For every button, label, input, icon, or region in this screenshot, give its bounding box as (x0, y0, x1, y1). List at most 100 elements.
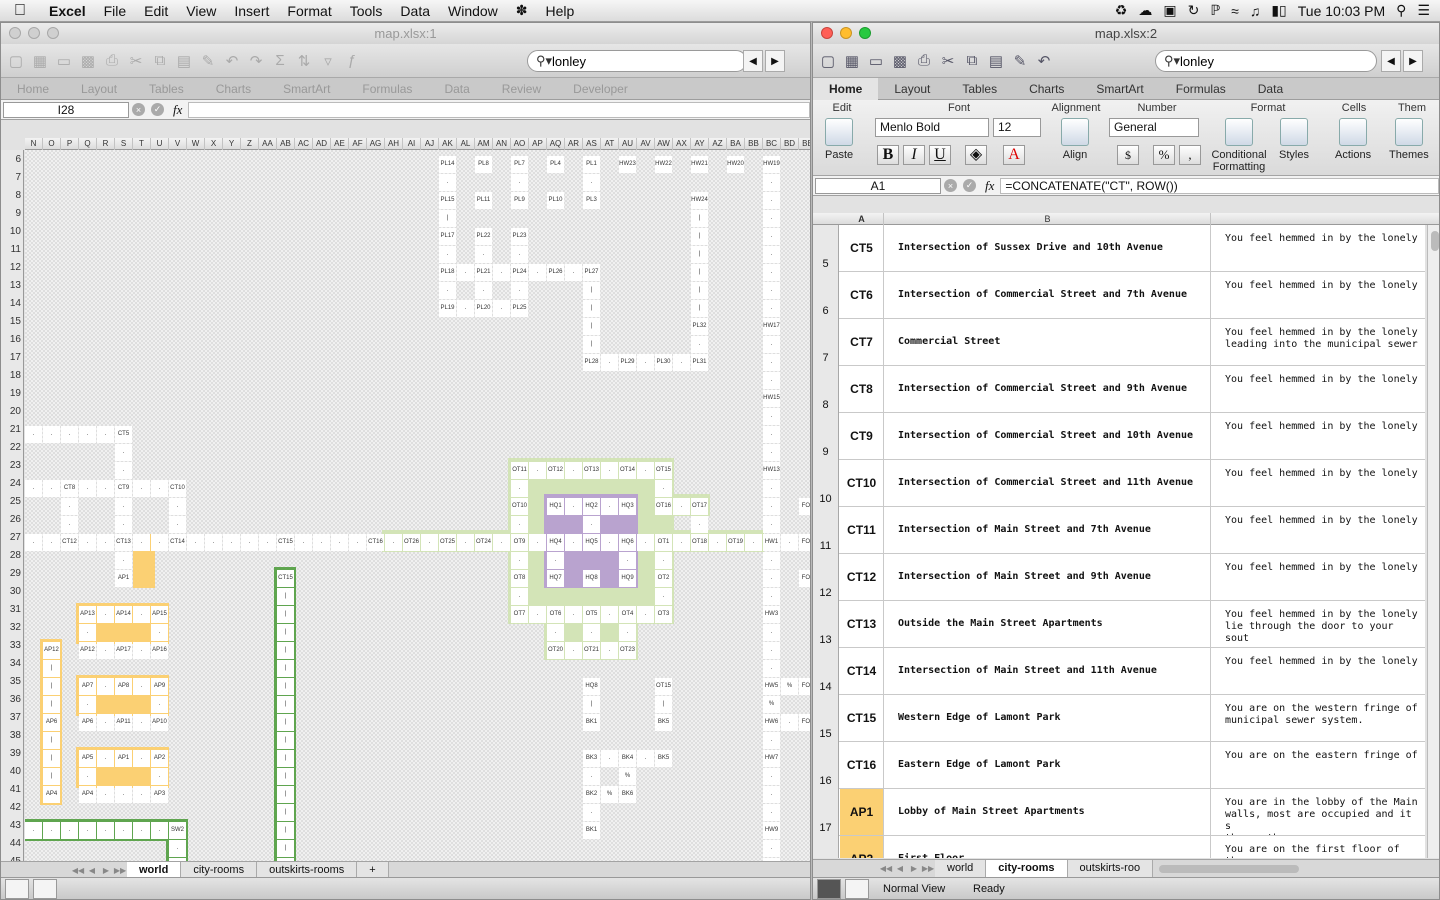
vertical-scrollbar[interactable] (1427, 225, 1439, 858)
map-cell[interactable]: . (457, 264, 474, 281)
row-header[interactable]: 16 (1, 330, 24, 348)
map-cell[interactable]: | (691, 300, 708, 317)
map-cell[interactable]: . (691, 336, 708, 353)
zoom-button[interactable] (859, 27, 871, 39)
list-icon[interactable]: ☰ (1417, 2, 1430, 19)
column-header[interactable]: AS (583, 138, 601, 150)
map-cell[interactable]: . (133, 480, 150, 497)
map-cell[interactable]: . (223, 534, 240, 551)
map-cell[interactable]: . (493, 264, 510, 281)
room-name-cell[interactable]: Intersection of Main Street and 9th Aven… (885, 554, 1211, 600)
search-input[interactable] (552, 53, 703, 69)
row-header[interactable]: 37 (1, 708, 24, 726)
map-cell[interactable]: OT10 (511, 498, 528, 515)
map-cell[interactable]: . (79, 822, 96, 839)
map-cell[interactable]: OT2 (655, 570, 672, 587)
map-cell[interactable]: PL14 (439, 156, 456, 173)
map-cell[interactable]: . (673, 498, 690, 515)
map-cell[interactable]: OT15 (655, 678, 672, 695)
cancel-icon[interactable]: × (132, 103, 145, 116)
save-icon[interactable]: ▩ (889, 50, 911, 72)
column-header[interactable]: AO (511, 138, 529, 150)
map-cell[interactable]: . (637, 534, 654, 551)
map-cell[interactable]: OT17 (691, 498, 708, 515)
open-icon[interactable]: ▭ (865, 50, 887, 72)
next-sheet-icon[interactable]: ▶ (99, 866, 113, 875)
map-cell[interactable]: . (97, 786, 114, 803)
map-cell[interactable]: . (97, 426, 114, 443)
currency-icon[interactable]: $ (1117, 145, 1139, 165)
column-header[interactable]: AR (565, 138, 583, 150)
map-cell[interactable]: HQ2 (583, 498, 600, 515)
fx-icon[interactable]: fx (985, 178, 994, 194)
map-cell[interactable]: CT12 (61, 534, 78, 551)
map-cell[interactable]: . (43, 480, 60, 497)
map-cell[interactable]: | (583, 336, 600, 353)
map-cell[interactable]: . (763, 804, 780, 821)
tab-home[interactable]: Home (813, 77, 879, 100)
table-row[interactable]: 17 AP1 Lobby of Main Street Apartments You … (813, 789, 1425, 836)
table-row[interactable]: 11 CT11 Intersection of Main Street and 7t… (813, 507, 1425, 554)
map-cell[interactable]: PL22 (475, 228, 492, 245)
map-cell[interactable]: . (151, 624, 168, 641)
map-cell[interactable]: CT14 (169, 534, 186, 551)
map-cell[interactable]: OT16 (655, 498, 672, 515)
room-id-cell[interactable]: CT10 (840, 460, 884, 506)
map-cell[interactable]: | (277, 606, 294, 623)
font-name-select[interactable]: Menlo Bold (875, 118, 989, 137)
map-cell[interactable]: . (25, 822, 42, 839)
map-cell[interactable]: . (565, 642, 582, 659)
room-name-cell[interactable]: Western Edge of Lamont Park (885, 695, 1211, 741)
column-header[interactable]: AQ (547, 138, 565, 150)
map-cell[interactable]: AP12 (43, 642, 60, 659)
map-cell[interactable]: . (79, 696, 96, 713)
map-cell[interactable]: HW15 (763, 390, 780, 407)
column-header[interactable]: AW (655, 138, 673, 150)
map-cell[interactable]: AP7 (79, 678, 96, 695)
map-cell[interactable]: . (529, 264, 546, 281)
map-cell[interactable]: % (619, 768, 636, 785)
row-header[interactable]: 43 (1, 816, 24, 834)
tab-data[interactable]: Data (428, 78, 485, 100)
column-header[interactable]: AY (691, 138, 709, 150)
map-cell[interactable]: . (439, 174, 456, 191)
map-cell[interactable]: . (655, 480, 672, 497)
paste-button[interactable]: Paste (825, 118, 853, 161)
map-cell[interactable]: HW7 (763, 750, 780, 767)
room-description-cell[interactable]: You feel hemmed in by the lonely (1212, 460, 1422, 506)
map-cell[interactable]: . (79, 426, 96, 443)
column-header[interactable]: AL (457, 138, 475, 150)
map-cell[interactable]: AP17 (115, 642, 132, 659)
map-cell[interactable]: PL32 (691, 318, 708, 335)
row-header[interactable]: 26 (1, 510, 24, 528)
room-id-cell[interactable]: CT12 (840, 554, 884, 600)
room-id-cell[interactable]: CT14 (840, 648, 884, 694)
map-cell[interactable]: CT15 (277, 534, 294, 551)
cloud-icon[interactable]: ☁ (1138, 2, 1152, 19)
tab-data[interactable]: Data (1242, 78, 1299, 100)
undo-icon[interactable]: ↶ (221, 50, 243, 72)
menu-view[interactable]: View (177, 3, 225, 19)
first-sheet-icon[interactable]: ◀◀ (71, 866, 85, 875)
map-cell[interactable]: . (763, 426, 780, 443)
room-id-cell[interactable]: CT16 (840, 742, 884, 788)
undo-icon[interactable]: ↶ (1033, 50, 1055, 72)
table-row[interactable]: 9 CT9 Intersection of Commercial Street an… (813, 413, 1425, 460)
map-cell[interactable]: . (439, 282, 456, 299)
map-cell[interactable]: AP2 (151, 750, 168, 767)
column-header[interactable]: S (115, 138, 133, 150)
map-cell[interactable]: CT15 (277, 570, 294, 587)
map-cell[interactable]: . (457, 300, 474, 317)
map-cell[interactable]: . (79, 624, 96, 641)
map-cell[interactable]: OT24 (475, 534, 492, 551)
map-cell[interactable]: OT6 (547, 606, 564, 623)
map-cell[interactable]: . (601, 534, 618, 551)
map-cell[interactable]: . (763, 246, 780, 263)
row-header[interactable]: 30 (1, 582, 24, 600)
map-cell[interactable]: | (439, 210, 456, 227)
room-description-cell[interactable]: You are on the first floor of the extrem… (1212, 836, 1422, 858)
map-cell[interactable]: | (691, 264, 708, 281)
align-button[interactable]: Align (1061, 118, 1089, 161)
room-id-cell[interactable]: CT11 (840, 507, 884, 553)
map-cell[interactable]: . (313, 534, 330, 551)
